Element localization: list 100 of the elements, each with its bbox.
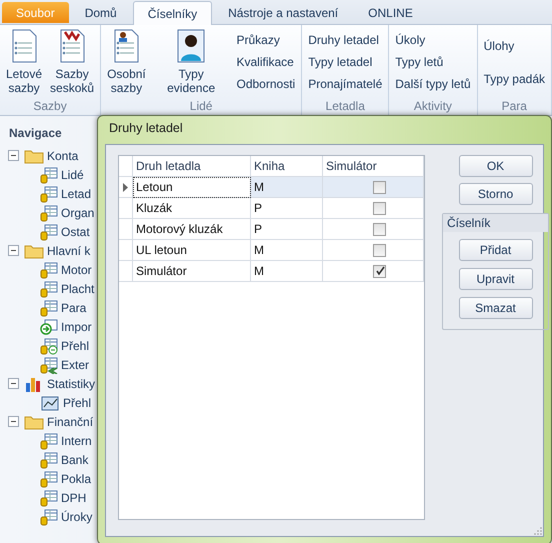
checkbox[interactable]	[373, 202, 386, 214]
grid-row[interactable]: Motorový kluzák P	[119, 219, 424, 240]
group-label: Aktivity	[412, 99, 453, 115]
document-list-icon	[10, 29, 38, 63]
ribbon-button[interactable]: Typy letů	[395, 55, 471, 69]
ribbon-button[interactable]: Úkoly	[395, 33, 471, 47]
tree-item[interactable]: Letad	[61, 186, 92, 200]
dialog-button[interactable]: Storno	[458, 183, 532, 205]
table-icon	[40, 336, 58, 354]
link-table-icon	[40, 356, 58, 374]
checkbox[interactable]	[373, 264, 386, 278]
table-icon	[40, 166, 58, 184]
dialog-button[interactable]: OK	[458, 155, 532, 177]
ribbon-button[interactable]: Úlohy	[484, 38, 545, 52]
minus-icon	[10, 152, 17, 159]
collapse-toggle[interactable]	[8, 416, 19, 427]
table-icon	[40, 298, 58, 316]
ribbon-button[interactable]: Sazby seskoků	[50, 67, 94, 95]
ribbon-button[interactable]: Kvalifikace	[236, 55, 296, 69]
tree-item[interactable]: Lidé	[61, 168, 84, 182]
table-cell: P	[251, 198, 323, 219]
grid-row[interactable]: Letoun M	[119, 177, 424, 198]
ribbon-button[interactable]: Odbornosti	[236, 77, 296, 91]
ribbon-button[interactable]: Typy evidence	[154, 67, 228, 95]
ribbon-button[interactable]: Průkazy	[236, 33, 296, 47]
table-icon	[40, 204, 58, 222]
folder-icon	[24, 414, 44, 430]
minus-icon	[10, 380, 17, 387]
line-chart-icon	[40, 394, 60, 412]
ribbon-button[interactable]: Typy padák	[484, 72, 545, 86]
column-header[interactable]: Kniha	[251, 156, 323, 177]
ribbon-button[interactable]: Druhy letadel	[308, 33, 382, 47]
tree-item[interactable]: Přehl	[61, 338, 90, 352]
table-icon	[40, 222, 58, 240]
folder-icon	[24, 148, 44, 164]
person-card-icon	[176, 29, 206, 63]
tree-item[interactable]: Exter	[61, 358, 90, 372]
ribbon-tab[interactable]: Domů	[70, 2, 131, 24]
tree-item[interactable]: Para	[61, 300, 86, 314]
grid-row[interactable]: Simulátor M	[119, 261, 424, 282]
resize-grip-icon[interactable]	[534, 527, 542, 535]
collapse-toggle[interactable]	[8, 245, 19, 256]
ribbon-button[interactable]: Další typy letů	[395, 77, 471, 91]
group-label: Para	[500, 99, 528, 115]
grid-row[interactable]: UL letoun M	[119, 240, 424, 261]
table-icon	[40, 450, 58, 468]
table-cell: Kluzák	[133, 198, 251, 219]
collapse-toggle[interactable]	[8, 150, 19, 161]
tree-item[interactable]: Placht	[61, 282, 94, 296]
tree-item[interactable]: Finanční	[47, 414, 94, 428]
checkbox[interactable]	[373, 180, 386, 194]
tree-item[interactable]: Bank	[61, 452, 88, 466]
ribbon-button[interactable]: Typy letadel	[308, 55, 382, 69]
document-person-icon	[112, 29, 140, 63]
table-cell: P	[251, 219, 323, 240]
dialog-button[interactable]: Přidat	[458, 239, 532, 261]
checkbox[interactable]	[373, 244, 386, 256]
tree-item[interactable]: Ostat	[61, 224, 90, 238]
table-icon	[40, 432, 58, 450]
table-icon	[40, 488, 58, 506]
tree-item[interactable]: Organ	[61, 206, 94, 220]
tree-item[interactable]: Statistiky	[47, 376, 96, 390]
group-label: Lidé	[188, 99, 214, 115]
window-title: Druhy letadel	[108, 120, 184, 137]
tree-item[interactable]: Impor	[61, 320, 92, 334]
document-list-icon	[58, 29, 86, 63]
tree-item[interactable]: Intern	[61, 434, 92, 448]
table-icon	[40, 184, 58, 202]
tree-item[interactable]: DPH	[61, 490, 86, 504]
tree-item[interactable]: Hlavní k	[47, 244, 90, 258]
ribbon-button[interactable]: Letové sazby	[6, 67, 42, 95]
checkbox[interactable]	[373, 222, 386, 236]
tree-item[interactable]: Motor	[61, 262, 92, 276]
column-header[interactable]: Simulátor	[323, 156, 424, 177]
table-cell: UL letoun	[133, 240, 251, 261]
ribbon-tab[interactable]: ONLINE	[354, 2, 427, 24]
ribbon-tab[interactable]: Nástroje a nastavení	[214, 2, 352, 24]
pane-title: Navigace	[9, 126, 62, 140]
tree-item[interactable]: Pokla	[61, 472, 92, 486]
ribbon-button[interactable]: Osobní sazby	[107, 67, 146, 95]
grid-row[interactable]: Kluzák P	[119, 198, 424, 219]
folder-icon	[24, 242, 44, 258]
dialog-button[interactable]: Smazat	[458, 297, 532, 319]
minus-icon	[10, 247, 17, 254]
ribbon-tab[interactable]: Číselníky	[132, 1, 212, 25]
tree-item[interactable]: Úroky	[61, 510, 92, 524]
group-label: Letadla	[324, 99, 366, 115]
table-icon	[40, 280, 58, 298]
column-header[interactable]: Druh letadla	[133, 156, 251, 177]
table-cell: Motorový kluzák	[133, 219, 251, 240]
row-header[interactable]	[119, 177, 133, 198]
group-label: Sazby	[32, 99, 68, 115]
dialog-button[interactable]: Upravit	[458, 268, 532, 290]
table-cell: Simulátor	[133, 261, 251, 282]
collapse-toggle[interactable]	[8, 378, 19, 389]
tree-item[interactable]: Konta	[47, 148, 78, 162]
import-icon	[40, 318, 58, 336]
tree-item[interactable]: Přehl	[63, 396, 92, 410]
table-icon	[40, 508, 58, 526]
ribbon-button[interactable]: Pronajímatelé	[308, 77, 382, 91]
